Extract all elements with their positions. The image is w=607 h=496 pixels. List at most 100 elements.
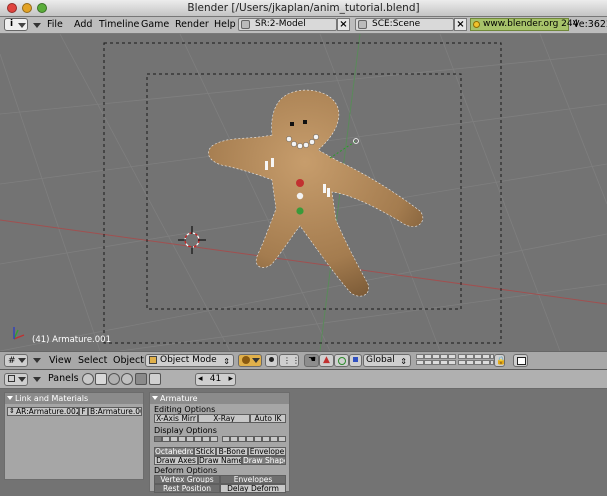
auto-ik-button[interactable]: Auto IK [250,414,286,423]
layer-button[interactable] [466,360,474,365]
close-window-button[interactable] [7,3,17,13]
editor-type-button[interactable]: # [4,354,28,367]
draw-shape-button[interactable]: Draw Shape [242,456,286,465]
layer-button[interactable] [474,354,482,359]
menu-select[interactable]: Select [78,352,107,369]
object-name-field[interactable]: B:Armature.001 [88,407,142,416]
collapse-header-triangle-icon[interactable] [33,358,41,363]
mode-selector[interactable]: Object Mode ⇕ [145,354,234,367]
bone-layer-button[interactable] [246,436,254,442]
layer-button[interactable] [416,360,424,365]
translate-manipulator[interactable]: ▲ [319,354,334,367]
layer-button[interactable] [440,354,448,359]
bone-layer-button[interactable] [210,436,218,442]
bone-layer-button[interactable] [238,436,246,442]
frame-increment-icon[interactable]: ▸ [228,374,233,385]
layer-button[interactable] [448,360,456,365]
b-bone-button[interactable]: B-Bone [216,447,248,456]
snap-toggle[interactable]: ⋮⋮ [279,354,300,367]
menu-timeline[interactable]: Timeline [99,17,139,33]
collapse-triangle-icon[interactable] [152,396,158,400]
layer-button[interactable] [458,360,466,365]
scene-context-icon[interactable] [149,373,161,385]
menu-game[interactable]: Game [141,17,169,33]
manipulator-toggle[interactable]: ☚ [304,354,319,367]
bone-layer-button[interactable] [270,436,278,442]
layer-button[interactable] [424,354,432,359]
menu-file[interactable]: File [47,17,63,33]
render-preview-button[interactable] [513,354,528,367]
layer-button[interactable] [432,354,440,359]
panel-header[interactable]: Armature [150,393,289,404]
envelope-button[interactable]: Envelope [248,447,286,456]
bone-layer-button[interactable] [262,436,270,442]
layer-button[interactable] [458,354,466,359]
collapse-menu-triangle-icon[interactable] [33,23,41,28]
menu-render[interactable]: Render [175,17,209,33]
shading-context-icon[interactable] [108,373,120,385]
scene-browse-icon[interactable] [358,20,367,29]
minimize-window-button[interactable] [22,3,32,13]
object-context-icon[interactable] [121,373,133,385]
delay-deform-button[interactable]: Delay Deform [220,484,286,493]
bone-layer-button[interactable] [222,436,230,442]
rotate-manipulator[interactable] [334,354,349,367]
zoom-window-button[interactable] [37,3,47,13]
layer-button[interactable] [466,354,474,359]
layer-button[interactable] [474,360,482,365]
pivot-selector[interactable] [265,354,278,367]
fake-user-button[interactable]: F [79,407,88,416]
envelopes-button[interactable]: Envelopes [220,475,286,484]
bone-layer-button[interactable] [186,436,194,442]
layer-button[interactable] [424,360,432,365]
frame-decrement-icon[interactable]: ◂ [198,374,203,385]
stick-button[interactable]: Stick [194,447,216,456]
draw-names-button[interactable]: Draw Names [198,456,242,465]
script-context-icon[interactable] [95,373,107,385]
panel-header[interactable]: Link and Materials [5,393,143,404]
orientation-selector[interactable]: Global ⇕ [363,354,411,367]
bone-layer-button[interactable] [278,436,286,442]
scene-selector[interactable]: SCE:Scene [355,18,454,31]
bone-layer-button[interactable] [254,436,262,442]
vertex-groups-button[interactable]: Vertex Groups [154,475,220,484]
delete-scene-button[interactable]: × [454,18,467,31]
octahedron-button[interactable]: Octahedron [154,447,194,456]
window-type-button[interactable]: i [4,18,28,31]
menu-add[interactable]: Add [74,17,92,33]
3d-viewport[interactable]: (41) Armature.001 [0,34,607,351]
draw-type-selector[interactable] [238,354,262,367]
layer-button[interactable] [416,354,424,359]
editor-type-button[interactable] [4,373,28,386]
bone-layer-button[interactable] [202,436,210,442]
browse-icon[interactable]: ⇕ [9,408,15,415]
blender-website-link[interactable]: www.blender.org 244 [470,18,578,31]
screen-browse-icon[interactable] [241,20,250,29]
collapse-triangle-icon[interactable] [7,396,13,400]
armature-data-field[interactable]: ⇕ AR:Armature.002 [7,407,79,416]
bone-layer-button[interactable] [230,436,238,442]
collapse-header-triangle-icon[interactable] [33,377,41,382]
bone-layer-button[interactable] [178,436,186,442]
bone-layer-buttons[interactable] [154,436,286,443]
layer-button[interactable] [482,354,490,359]
scale-manipulator[interactable] [349,354,362,367]
bone-layer-button[interactable] [162,436,170,442]
layer-button[interactable] [432,360,440,365]
draw-axes-button[interactable]: Draw Axes [154,456,198,465]
layer-buttons[interactable] [416,354,494,367]
delete-screen-button[interactable]: × [337,18,350,31]
menu-view[interactable]: View [49,352,72,369]
layer-button[interactable] [482,360,490,365]
layer-button[interactable] [448,354,456,359]
menu-help[interactable]: Help [214,17,236,33]
x-ray-button[interactable]: X-Ray [198,414,250,423]
x-axis-mirror-button[interactable]: X-Axis Mirr [154,414,198,423]
lock-layer-button[interactable]: 🔒 [494,354,506,367]
frame-number-field[interactable]: ◂ 41 ▸ [195,373,236,386]
editing-context-icon[interactable] [135,373,147,385]
logic-context-icon[interactable] [82,373,94,385]
bone-layer-button[interactable] [194,436,202,442]
bone-layer-button[interactable] [170,436,178,442]
menu-object[interactable]: Object [113,352,144,369]
